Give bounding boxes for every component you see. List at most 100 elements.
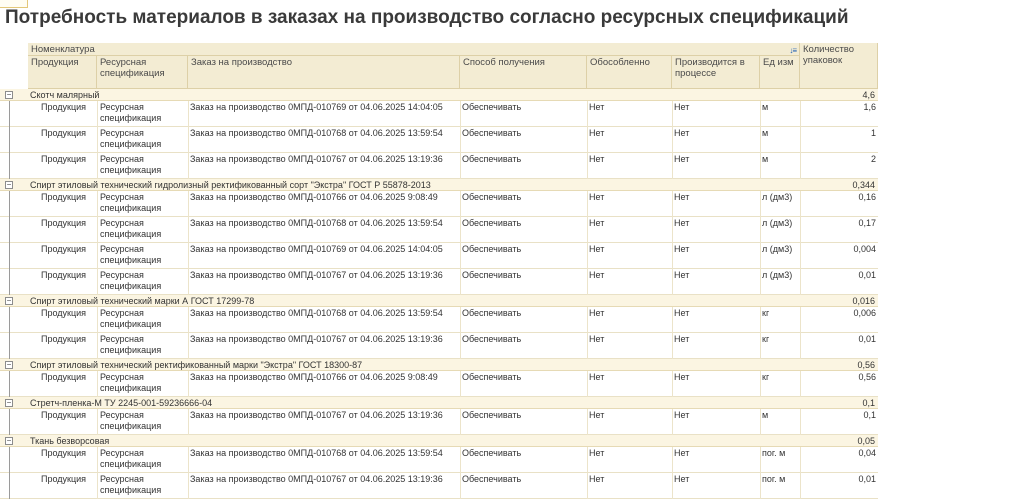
row-in-process: Нет [674,308,690,318]
minus-square-icon[interactable]: − [5,399,13,407]
group-total: 0,1 [862,398,875,408]
row-unit: м [762,102,769,112]
column-divider [460,217,461,243]
group-row[interactable]: − Спирт этиловый технический марки А ГОСТ… [0,295,878,307]
column-divider [760,447,761,473]
sort-icon[interactable]: ↓≡ [789,45,797,56]
column-divider [188,447,189,473]
row-separate: Нет [589,308,605,318]
row-unit: л (дм3) [762,244,793,254]
table-row[interactable]: Продукция Ресурсная спецификация Заказ на … [0,269,878,295]
table-row[interactable]: Продукция Ресурсная спецификация Заказ на … [0,243,878,269]
row-quantity: 0,04 [858,448,876,458]
tree-line [9,371,10,397]
header-spec[interactable]: Ресурсная спецификация [97,56,188,89]
header-order[interactable]: Заказ на производство [188,56,460,89]
table-row[interactable]: Продукция Ресурсная спецификация Заказ на … [0,101,878,127]
column-divider [188,101,189,127]
row-spec: Ресурсная спецификация [100,102,162,123]
header-nomenclature-label: Номенклатура [31,44,95,55]
row-quantity: 0,17 [858,218,876,228]
group-name: Ткань безворсовая [30,436,110,446]
row-in-process: Нет [674,372,690,382]
group-total: 0,016 [852,296,875,306]
column-divider [188,409,189,435]
minus-square-icon[interactable]: − [5,437,13,445]
column-divider [587,473,588,499]
column-divider [672,409,673,435]
table-row[interactable]: Продукция Ресурсная спецификация Заказ на … [0,191,878,217]
report-title: Потребность материалов в заказах на прои… [5,7,849,28]
column-divider [587,191,588,217]
table-row[interactable]: Продукция Ресурсная спецификация Заказ на … [0,409,878,435]
row-product: Продукция [41,410,87,420]
row-unit: кг [762,372,770,382]
column-divider [760,127,761,153]
row-order: Заказ на производство 0МПД-010766 от 04.… [190,372,438,382]
table-row[interactable]: Продукция Ресурсная спецификация Заказ на … [0,153,878,179]
table-row[interactable]: Продукция Ресурсная спецификация Заказ на … [0,371,878,397]
group-row[interactable]: − Спирт этиловый технический ректификован… [0,359,878,371]
row-spec: Ресурсная спецификация [100,474,162,495]
column-divider [760,307,761,333]
row-unit: л (дм3) [762,192,793,202]
header-nomenclature[interactable]: Номенклатура ↓≡ [28,43,800,56]
column-divider [97,127,98,153]
row-order: Заказ на производство 0МПД-010768 от 04.… [190,448,443,458]
minus-square-icon[interactable]: − [5,91,13,99]
row-method: Обеспечивать [462,154,522,164]
row-order: Заказ на производство 0МПД-010767 от 04.… [190,410,443,420]
row-unit: м [762,128,769,138]
column-divider [800,153,801,179]
group-row[interactable]: − Спирт этиловый технический гидролизный … [0,179,878,191]
column-divider [800,191,801,217]
row-quantity: 1,6 [863,102,876,112]
column-divider [587,333,588,359]
row-separate: Нет [589,128,605,138]
table-row[interactable]: Продукция Ресурсная спецификация Заказ на … [0,333,878,359]
row-product: Продукция [41,270,87,280]
row-order: Заказ на производство 0МПД-010767 от 04.… [190,270,443,280]
header-method[interactable]: Способ получения [460,56,587,89]
minus-square-icon[interactable]: − [5,181,13,189]
column-divider [760,217,761,243]
header-unit[interactable]: Ед изм [760,56,800,89]
column-divider [672,243,673,269]
header-quantity[interactable]: Количество упаковок [800,43,878,89]
header-in-process[interactable]: Производится в процессе [672,56,760,89]
row-product: Продукция [41,334,87,344]
column-divider [97,243,98,269]
column-divider [188,153,189,179]
row-quantity: 0,004 [853,244,876,254]
row-separate: Нет [589,218,605,228]
minus-square-icon[interactable]: − [5,297,13,305]
column-divider [97,101,98,127]
column-divider [97,269,98,295]
row-method: Обеспечивать [462,334,522,344]
row-unit: кг [762,334,770,344]
row-method: Обеспечивать [462,410,522,420]
group-row[interactable]: − Скотч малярный 4,6 [0,89,878,101]
row-method: Обеспечивать [462,474,522,484]
column-divider [460,101,461,127]
minus-square-icon[interactable]: − [5,361,13,369]
row-spec: Ресурсная спецификация [100,372,162,393]
group-row[interactable]: − Стретч-пленка-М ТУ 2245-001-59236666-04… [0,397,878,409]
column-divider [460,191,461,217]
table-row[interactable]: Продукция Ресурсная спецификация Заказ на … [0,127,878,153]
row-unit: л (дм3) [762,218,793,228]
table-row[interactable]: Продукция Ресурсная спецификация Заказ на … [0,447,878,473]
row-order: Заказ на производство 0МПД-010767 от 04.… [190,334,443,344]
header-separate[interactable]: Обособленно [587,56,672,89]
header-spec-label: Ресурсная спецификация [100,57,165,79]
column-divider [188,217,189,243]
table-row[interactable]: Продукция Ресурсная спецификация Заказ на … [0,307,878,333]
group-row[interactable]: − Ткань безворсовая 0,05 [0,435,878,447]
table-row[interactable]: Продукция Ресурсная спецификация Заказ на … [0,473,878,499]
table-row[interactable]: Продукция Ресурсная спецификация Заказ на … [0,217,878,243]
header-product[interactable]: Продукция [28,56,97,89]
column-divider [760,191,761,217]
header-quantity-label: Количество упаковок [803,44,855,66]
row-separate: Нет [589,334,605,344]
tree-line [9,409,10,435]
